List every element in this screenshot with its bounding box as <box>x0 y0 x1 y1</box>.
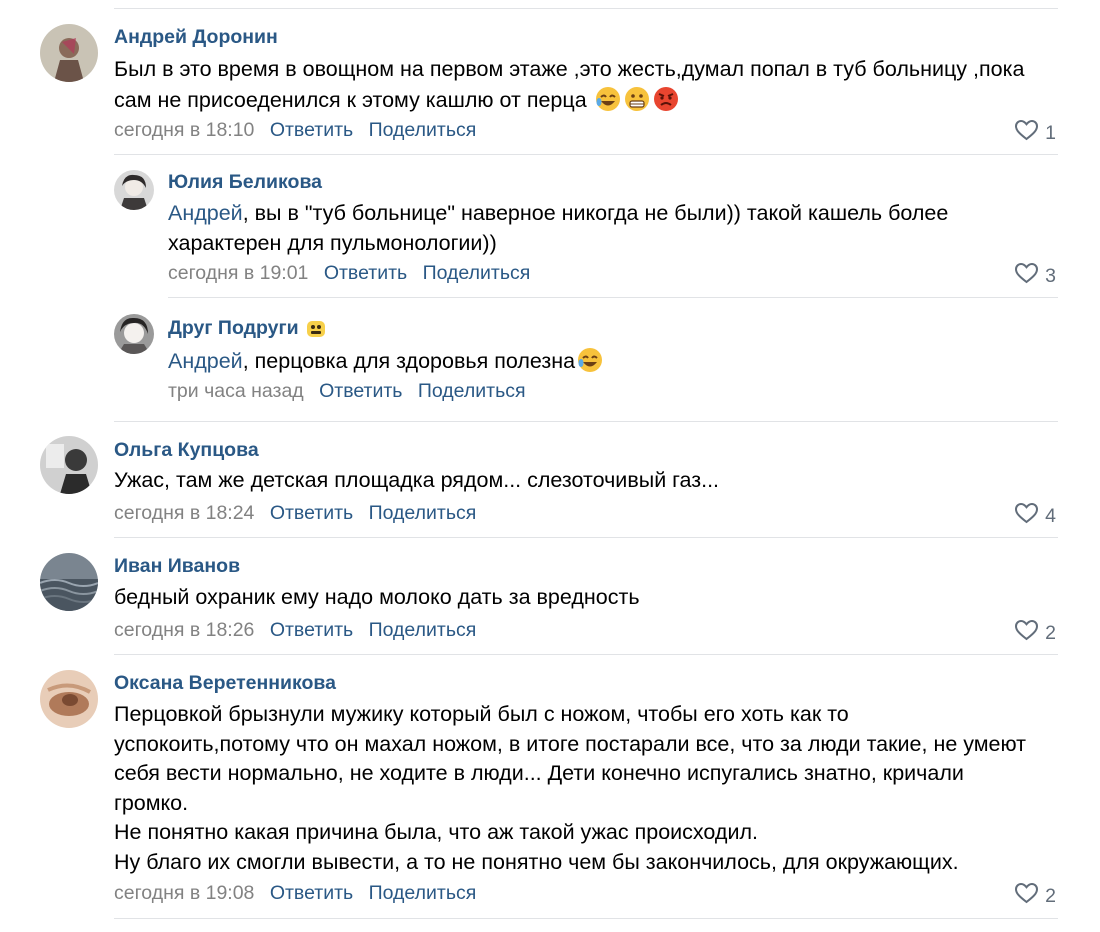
comment-time[interactable]: три часа назад <box>168 380 304 402</box>
comment-text-line: сам не присоеденился к этому кашлю от пе… <box>114 85 1024 116</box>
rofl-emoji-icon <box>594 85 622 113</box>
reply-button[interactable]: Ответить <box>319 380 402 402</box>
heart-outline-icon <box>1014 502 1045 530</box>
comment-time[interactable]: сегодня в 18:26 <box>114 619 254 641</box>
comment-author[interactable]: Ольга Купцова <box>114 439 259 462</box>
comment-time[interactable]: сегодня в 19:08 <box>114 882 254 904</box>
separator <box>114 537 1058 538</box>
mention-link[interactable]: Андрей <box>168 201 243 225</box>
like-count: 1 <box>1045 121 1056 144</box>
comment-text-line: себя вести нормально, не ходите в люди..… <box>114 761 964 785</box>
comment-text-line: Ну благо их смогли вывести, а то не поня… <box>114 849 959 874</box>
avatar[interactable] <box>40 670 98 728</box>
author-name[interactable]: Друг Подруги <box>168 317 299 340</box>
reply-button[interactable]: Ответить <box>270 502 353 524</box>
comment-meta: сегодня в 19:01 Ответить Поделиться <box>168 262 530 285</box>
share-button[interactable]: Поделиться <box>418 380 526 402</box>
heart-outline-icon <box>1014 882 1045 910</box>
comment-text-line: громко. <box>114 790 189 815</box>
separator <box>114 918 1058 919</box>
comment-meta: сегодня в 18:10 Ответить Поделиться <box>114 119 476 142</box>
separator <box>114 654 1058 655</box>
reply-button[interactable]: Ответить <box>270 119 353 141</box>
separator <box>114 421 1058 422</box>
comment-text-line: Андрей, вы в "туб больнице" наверное ник… <box>168 201 949 225</box>
like-count: 3 <box>1045 264 1056 287</box>
like-button[interactable]: 2 <box>1014 619 1056 647</box>
avatar[interactable] <box>40 24 98 82</box>
comment-text: Перцовкой брызнули мужику который был с … <box>114 700 1026 877</box>
comment-meta: сегодня в 18:26 Ответить Поделиться <box>114 619 476 642</box>
comment-text-line: характерен для пульмонологии)) <box>168 230 497 255</box>
heart-outline-icon <box>1014 262 1045 290</box>
share-button[interactable]: Поделиться <box>369 882 477 904</box>
share-button[interactable]: Поделиться <box>369 619 477 641</box>
comment-text-line: Был в это время в овощном на первом этаж… <box>114 57 1025 81</box>
avatar[interactable] <box>40 553 98 611</box>
comment-meta: три часа назад Ответить Поделиться <box>168 380 526 403</box>
angry-emoji-icon <box>652 85 680 113</box>
comment-meta: сегодня в 18:24 Ответить Поделиться <box>114 502 476 525</box>
author-name[interactable]: Юлия Беликова <box>168 171 322 194</box>
grimacing-emoji-icon <box>623 85 651 113</box>
comment-text-line: бедный охраник ему надо молоко дать за в… <box>114 585 640 609</box>
avatar[interactable] <box>114 170 154 210</box>
comment-text: Андрей, вы в "туб больнице" наверное ник… <box>168 199 948 258</box>
like-button[interactable]: 4 <box>1014 502 1056 530</box>
comment-text: Андрей, перцовка для здоровья полезна <box>168 346 604 377</box>
reply-button[interactable]: Ответить <box>324 262 407 284</box>
comment-time[interactable]: сегодня в 19:01 <box>168 262 308 284</box>
like-button[interactable]: 3 <box>1014 262 1056 290</box>
separator <box>168 297 1058 298</box>
comment-text: Ужас, там же детская площадка рядом... с… <box>114 466 719 496</box>
comment-time[interactable]: сегодня в 18:10 <box>114 119 254 141</box>
comment-author[interactable]: Юлия Беликова <box>168 171 322 194</box>
comment-author[interactable]: Друг Подруги <box>168 317 327 340</box>
author-name[interactable]: Ольга Купцова <box>114 439 259 462</box>
heart-outline-icon <box>1014 619 1045 647</box>
comment-text-line: Андрей, перцовка для здоровья полезна <box>168 346 604 377</box>
comment-text: бедный охраник ему надо молоко дать за в… <box>114 583 640 613</box>
avatar[interactable] <box>114 314 154 354</box>
comment-text: Был в это время в овощном на первом этаж… <box>114 55 1024 115</box>
share-button[interactable]: Поделиться <box>369 502 477 524</box>
like-count: 2 <box>1045 621 1056 644</box>
reply-button[interactable]: Ответить <box>270 882 353 904</box>
like-count: 4 <box>1045 504 1056 527</box>
like-button[interactable]: 2 <box>1014 882 1056 910</box>
like-button[interactable]: 1 <box>1014 119 1056 147</box>
comment-author[interactable]: Андрей Доронин <box>114 26 278 49</box>
comment-time[interactable]: сегодня в 18:24 <box>114 502 254 524</box>
share-button[interactable]: Поделиться <box>369 119 477 141</box>
rofl-emoji-icon <box>576 346 604 374</box>
avatar[interactable] <box>40 436 98 494</box>
like-count: 2 <box>1045 884 1056 907</box>
author-name[interactable]: Иван Иванов <box>114 555 240 578</box>
comment-author[interactable]: Оксана Веретенникова <box>114 672 336 695</box>
heart-outline-icon <box>1014 119 1045 147</box>
comment-text-line: Перцовкой брызнули мужику который был с … <box>114 702 849 726</box>
reply-button[interactable]: Ответить <box>270 619 353 641</box>
comment-text-line: успокоить,потому что он махал ножом, в и… <box>114 731 1026 756</box>
comment-text-line: Ужас, там же детская площадка рядом... с… <box>114 468 720 492</box>
comment-text-line: Не понятно какая причина была, что аж та… <box>114 820 758 844</box>
comment-meta: сегодня в 19:08 Ответить Поделиться <box>114 882 476 905</box>
comment-author[interactable]: Иван Иванов <box>114 555 240 578</box>
author-name[interactable]: Оксана Веретенникова <box>114 672 336 695</box>
separator <box>114 154 1058 155</box>
author-name[interactable]: Андрей Доронин <box>114 26 278 49</box>
top-separator <box>114 8 1058 9</box>
face-badge-icon <box>305 318 327 340</box>
share-button[interactable]: Поделиться <box>423 262 531 284</box>
mention-link[interactable]: Андрей <box>168 349 243 373</box>
